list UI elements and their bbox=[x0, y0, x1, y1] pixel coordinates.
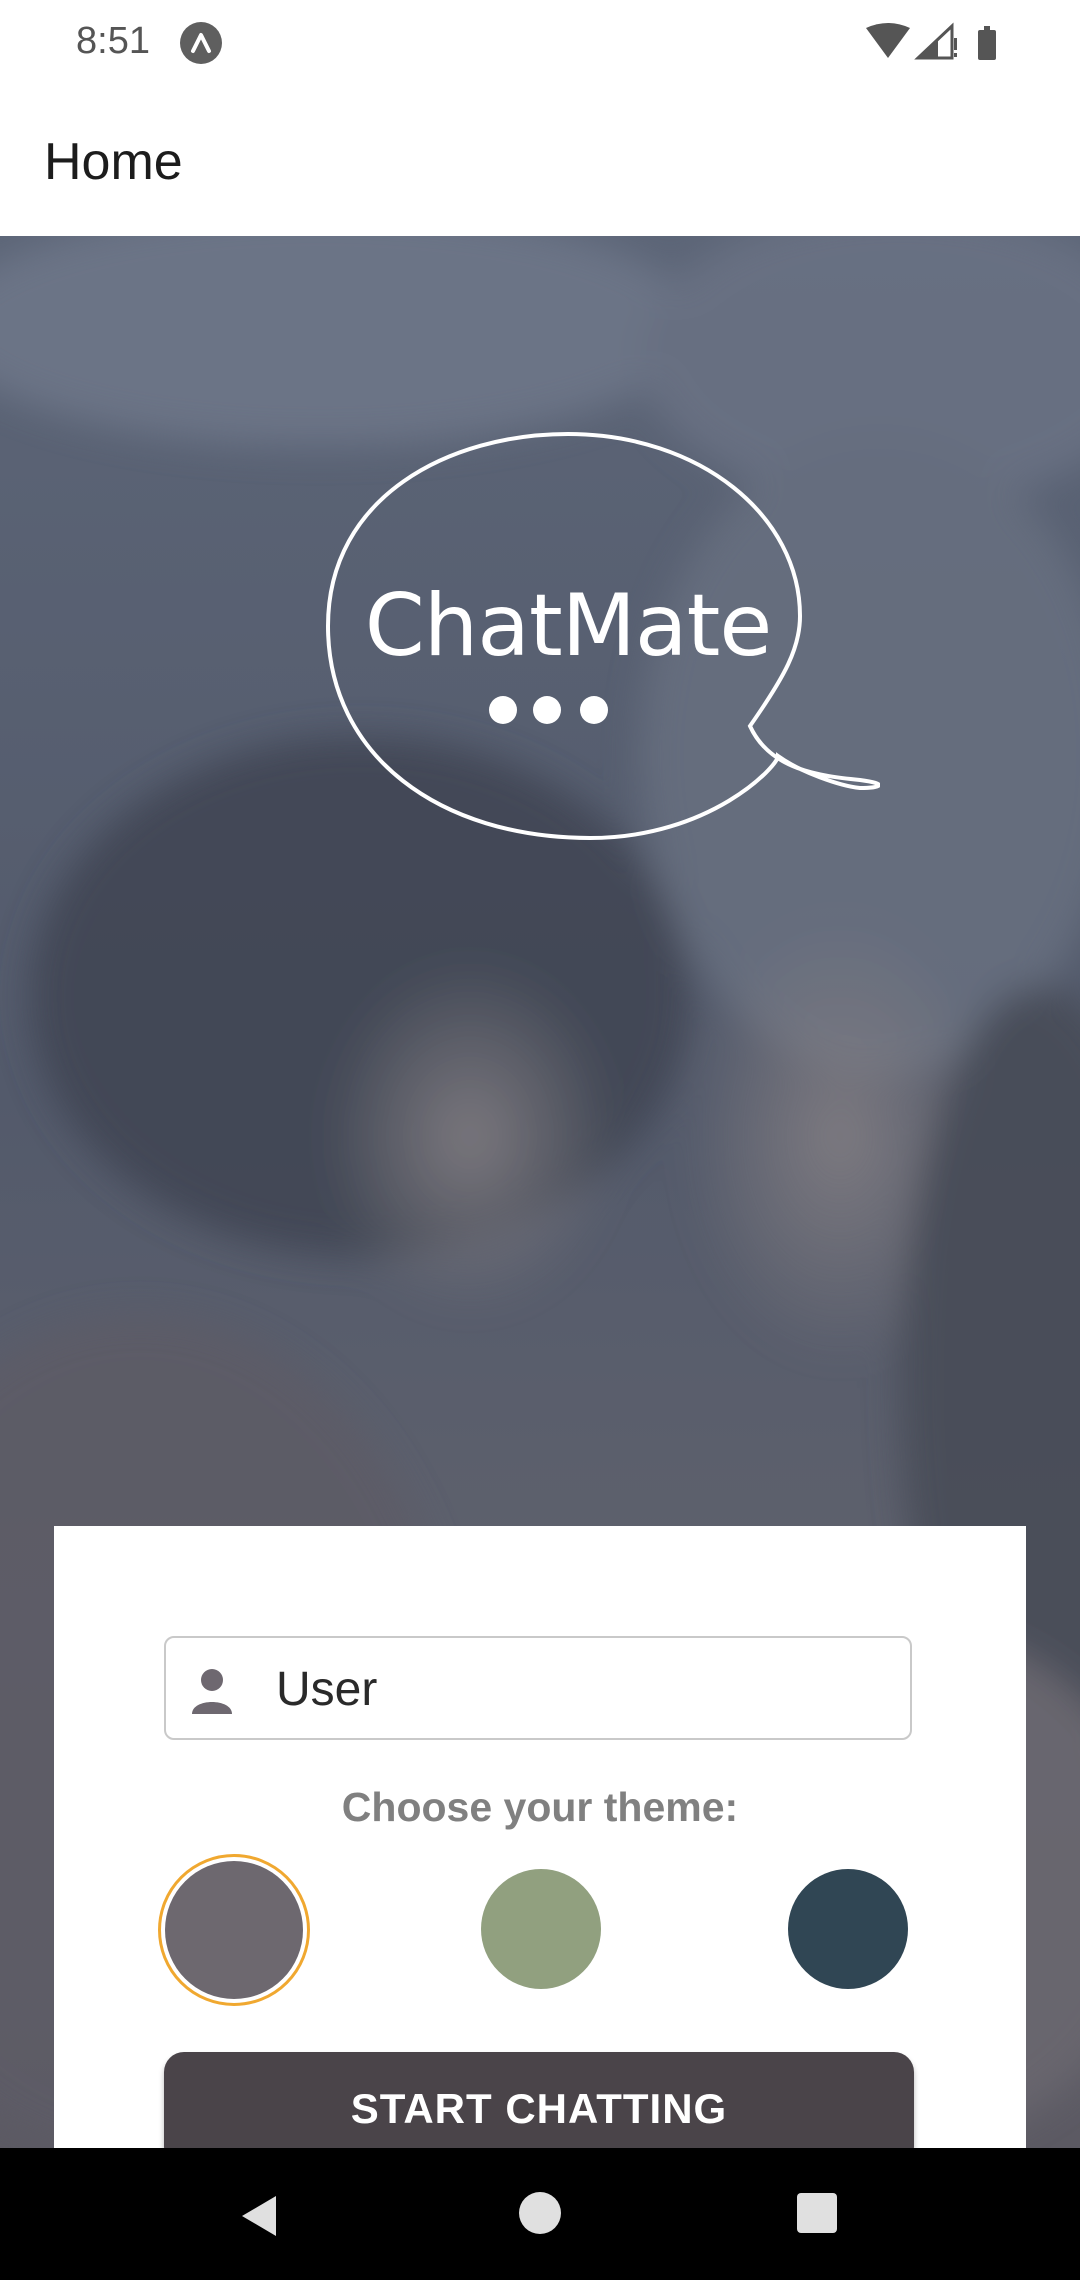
back-icon[interactable] bbox=[236, 2192, 284, 2240]
theme-swatch-navy[interactable] bbox=[788, 1869, 908, 1989]
start-chatting-button[interactable]: START CHATTING bbox=[164, 2052, 914, 2148]
signal-icon bbox=[914, 22, 957, 60]
theme-swatch-fill bbox=[165, 1861, 303, 1999]
status-time: 8:51 bbox=[76, 20, 150, 62]
username-value: User bbox=[276, 1663, 378, 1716]
navigation-bar bbox=[0, 2148, 1080, 2280]
home-icon[interactable] bbox=[519, 2192, 561, 2234]
theme-label: Choose your theme: bbox=[341, 1784, 739, 1830]
chatmate-logo: ChatMate bbox=[300, 426, 881, 866]
battery-icon bbox=[978, 26, 996, 60]
username-input[interactable]: User bbox=[164, 1636, 912, 1740]
background-image: ChatMate User Choose your theme: START C… bbox=[0, 236, 1080, 2148]
home-screen: 8:51 Home ChatMate User Choose your them… bbox=[0, 0, 1080, 2280]
status-icons bbox=[866, 22, 1006, 66]
app-bar: Home bbox=[0, 88, 1080, 236]
person-icon bbox=[190, 1668, 234, 1714]
status-bar: 8:51 bbox=[0, 0, 1080, 88]
theme-swatch-green[interactable] bbox=[481, 1869, 601, 1989]
start-card: User Choose your theme: START CHATTING bbox=[54, 1526, 1026, 2148]
theme-swatch-gray[interactable] bbox=[158, 1854, 310, 2006]
wifi-icon bbox=[866, 23, 910, 58]
app-notification-icon bbox=[180, 22, 222, 64]
logo-text: ChatMate bbox=[364, 576, 773, 676]
page-title: Home bbox=[44, 133, 183, 191]
start-chatting-label: START CHATTING bbox=[350, 2085, 728, 2132]
recents-icon[interactable] bbox=[797, 2193, 837, 2233]
